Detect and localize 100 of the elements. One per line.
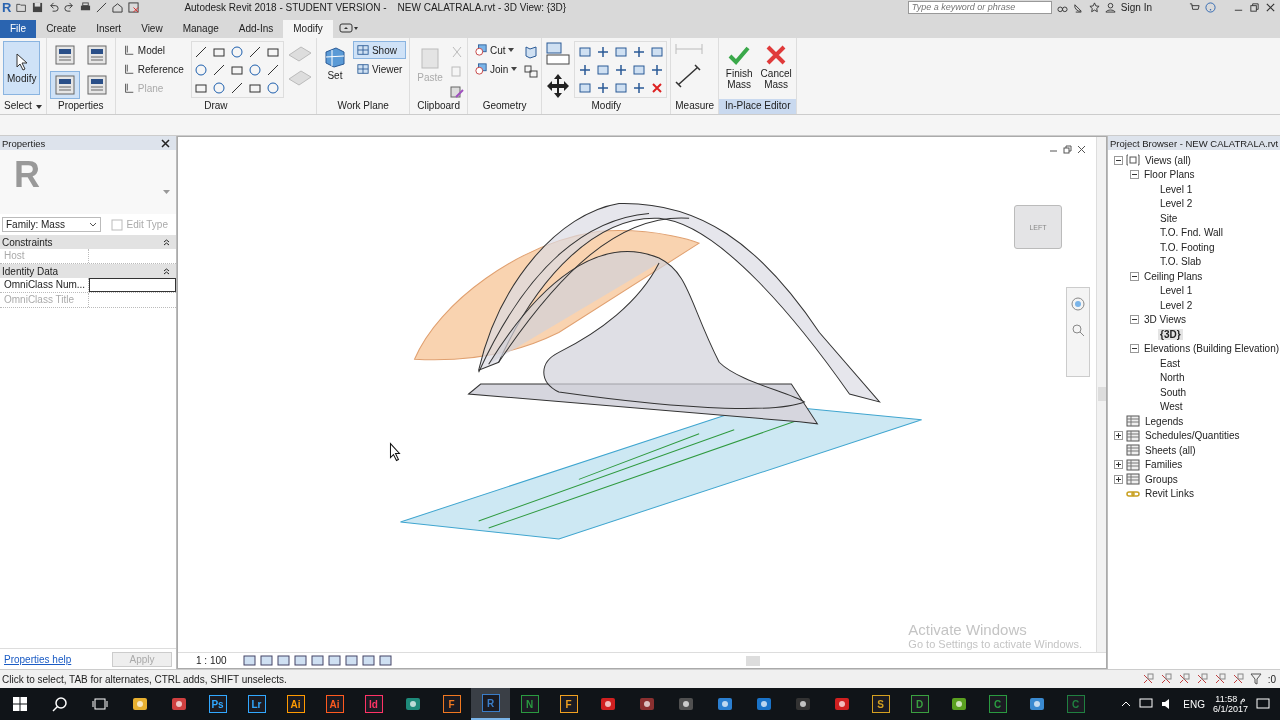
search-field[interactable]: Type a keyword or phrase <box>907 0 1052 14</box>
panel-label[interactable]: Work Plane <box>316 99 410 114</box>
panel-label[interactable]: Measure <box>671 99 719 114</box>
browser-item[interactable]: North <box>1158 372 1187 384</box>
geometry-button[interactable]: Cut <box>470 41 522 59</box>
selection-filter-icon[interactable] <box>1141 673 1154 685</box>
close-icon[interactable] <box>161 138 170 148</box>
house-icon[interactable] <box>112 1 124 13</box>
selection-filter-icon[interactable] <box>1177 673 1190 685</box>
draw-mode-button[interactable]: Model <box>118 41 188 59</box>
ribbon-tab[interactable]: Modify <box>283 20 333 38</box>
panel-label[interactable]: Select <box>0 99 46 114</box>
save-icon[interactable] <box>32 1 44 13</box>
cancel-mass-button[interactable]: Cancel Mass <box>759 41 794 93</box>
wall-join-icon[interactable] <box>524 45 539 59</box>
align-icon[interactable] <box>545 41 572 67</box>
browser-item[interactable]: 3D Views <box>1142 314 1189 326</box>
selection-filter-icon[interactable] <box>1213 673 1226 685</box>
browser-item[interactable]: Revit Links <box>1143 488 1196 500</box>
browser-item[interactable]: Sheets (all) <box>1143 444 1198 456</box>
collapse-icon[interactable] <box>163 267 170 275</box>
panel-label[interactable]: Modify <box>542 99 671 114</box>
move-icon[interactable] <box>545 73 572 99</box>
close-icon[interactable] <box>1265 1 1276 13</box>
view-scale[interactable]: 1 : 100 <box>196 655 227 666</box>
ribbon-tab[interactable]: Add-Ins <box>228 20 284 38</box>
draw-mode-button[interactable]: Reference <box>118 60 188 78</box>
zoom-icon[interactable] <box>1070 322 1086 338</box>
browser-item[interactable]: East <box>1158 357 1182 369</box>
expand-toggle-icon[interactable] <box>1114 431 1123 441</box>
browser-item[interactable]: T.O. Fnd. Wall <box>1158 227 1225 239</box>
browser-item[interactable]: Families <box>1143 459 1185 471</box>
app-logo[interactable]: R <box>2 0 12 15</box>
ribbon-tab[interactable]: Create <box>36 20 87 38</box>
print-icon[interactable] <box>80 1 92 13</box>
browser-item[interactable]: Elevations (Building Elevation) <box>1142 343 1280 355</box>
work-plane-button[interactable]: Show <box>352 41 407 59</box>
browser-item[interactable]: Level 2 <box>1158 299 1195 311</box>
panel-label[interactable]: Clipboard <box>410 99 467 114</box>
view-control-icon[interactable] <box>378 655 392 666</box>
browser-item[interactable]: Site <box>1158 212 1180 224</box>
cart-icon[interactable] <box>1189 1 1200 13</box>
panel-label[interactable]: In-Place Editor <box>719 99 797 114</box>
measure-icon[interactable] <box>96 1 108 13</box>
taskbar-app[interactable]: F <box>432 688 471 720</box>
geometry-button[interactable]: Join <box>470 60 522 78</box>
ribbon-tab[interactable]: View <box>131 20 173 38</box>
scrollbar-thumb[interactable] <box>745 655 760 666</box>
selection-filter-icon[interactable] <box>1159 673 1172 685</box>
match-properties-icon[interactable] <box>449 85 464 99</box>
expand-toggle-icon[interactable] <box>1114 460 1123 470</box>
properties-tool-button[interactable] <box>49 71 80 99</box>
expand-toggle-icon[interactable] <box>1130 170 1139 180</box>
collapse-icon[interactable] <box>163 238 170 246</box>
browser-item[interactable]: T.O. Slab <box>1158 256 1204 268</box>
expand-toggle-icon[interactable] <box>1114 474 1123 484</box>
work-plane-button[interactable]: Viewer <box>352 60 407 78</box>
expand-toggle-icon[interactable] <box>1130 344 1139 354</box>
windows-start-icon[interactable] <box>12 696 28 712</box>
scrollbar-thumb[interactable] <box>1098 387 1106 401</box>
taskbar-app[interactable]: C <box>1056 688 1095 720</box>
browser-item[interactable]: Ceiling Plans <box>1142 270 1205 282</box>
finish-mass-button[interactable]: Finish Mass <box>722 41 757 93</box>
taskbar-app[interactable]: N <box>510 688 549 720</box>
taskbar-app[interactable]: Ps <box>198 688 237 720</box>
split-face-icon[interactable] <box>524 65 539 79</box>
view-control-icon[interactable] <box>293 655 307 666</box>
view-control-icon[interactable] <box>344 655 358 666</box>
properties-help-link[interactable]: Properties help <box>4 653 72 665</box>
browser-item[interactable]: Level 1 <box>1158 183 1195 195</box>
browser-item[interactable]: Schedules/Quantities <box>1143 430 1242 442</box>
taskbar-app[interactable]: S <box>861 688 900 720</box>
browser-item[interactable]: Views (all) <box>1143 154 1193 166</box>
undo-icon[interactable] <box>48 1 60 13</box>
search-icon[interactable] <box>52 696 68 712</box>
notifications-icon[interactable] <box>1256 697 1270 711</box>
close-views-icon[interactable] <box>128 1 140 13</box>
expand-toggle-icon[interactable] <box>1130 315 1139 325</box>
task-view-icon[interactable] <box>92 696 108 712</box>
set-work-plane-button[interactable]: Set <box>319 41 350 86</box>
view-control-icon[interactable] <box>361 655 375 666</box>
selection-filter-icon[interactable] <box>1231 673 1244 685</box>
browser-item[interactable]: Groups <box>1143 473 1180 485</box>
panel-label[interactable]: Draw <box>115 99 316 114</box>
panel-toggle-icon[interactable] <box>338 23 359 33</box>
view-control-icon[interactable] <box>327 655 341 666</box>
browser-item[interactable]: {3D} <box>1158 328 1183 340</box>
filter-icon[interactable] <box>1249 673 1262 685</box>
restore-icon[interactable] <box>1249 1 1260 13</box>
browser-item[interactable]: Floor Plans <box>1142 169 1197 181</box>
language-indicator[interactable]: ENG <box>1183 698 1205 710</box>
expand-toggle-icon[interactable] <box>1114 155 1123 165</box>
modify-button[interactable]: Modify <box>3 41 41 95</box>
network-icon[interactable] <box>1139 698 1154 710</box>
panel-label[interactable]: Properties <box>46 99 115 114</box>
browser-item[interactable]: Legends <box>1143 415 1186 427</box>
dropdown-arrow-icon[interactable] <box>163 190 170 194</box>
browser-item[interactable]: T.O. Footing <box>1158 241 1217 253</box>
browser-item[interactable]: Level 2 <box>1158 198 1195 210</box>
view-control-icon[interactable] <box>276 655 290 666</box>
